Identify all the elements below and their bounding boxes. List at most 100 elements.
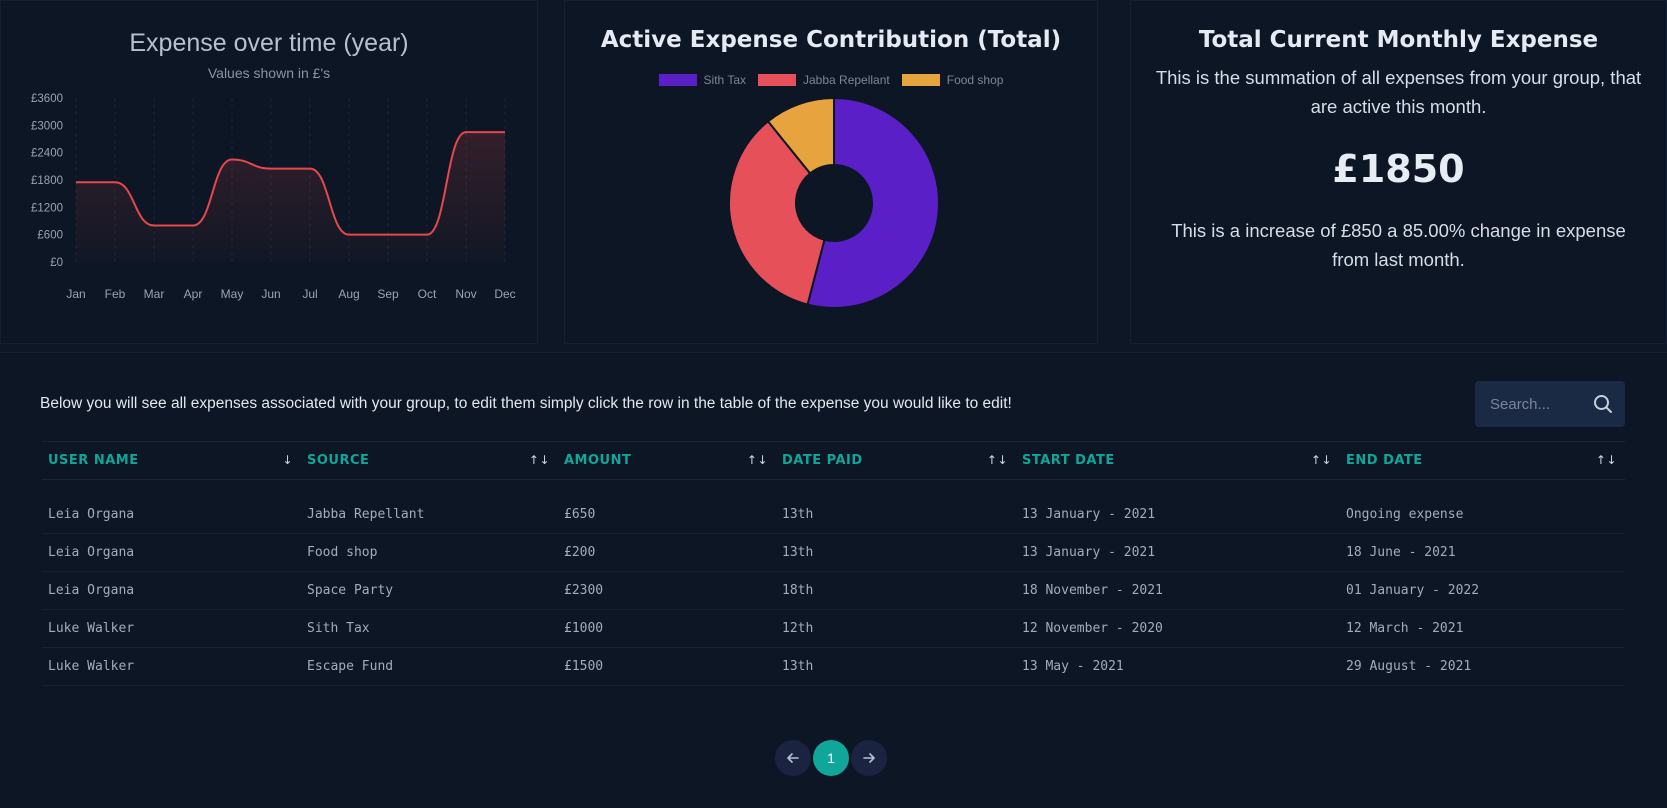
table-cell: 13 May - 2021: [1016, 647, 1340, 686]
line-point-jun[interactable]: [267, 165, 275, 173]
legend-swatch: [901, 74, 940, 86]
sort-icon[interactable]: ↑↓: [529, 453, 550, 467]
line-point-jul[interactable]: [306, 165, 314, 173]
table-row[interactable]: Leia Organa Jabba Repellant £650 13th 13 Jan…: [42, 495, 1625, 534]
table-cell: Luke Walker: [42, 609, 301, 648]
total-change: This is a increase of £850 a 85.00% chan…: [1171, 220, 1626, 270]
table-cell: £2300: [558, 571, 776, 610]
expenses-table-section: Below you will see all expenses associat…: [0, 352, 1667, 808]
line-point-dec[interactable]: [501, 128, 509, 136]
search-icon[interactable]: [1593, 394, 1613, 414]
table-cell: 18 June - 2021: [1340, 533, 1625, 572]
table-cell: 13th: [776, 647, 1016, 686]
x-tick-label: Jan: [66, 287, 85, 301]
column-header-label: DATE PAID: [782, 453, 863, 468]
line-chart-title: Expense over time (year): [129, 29, 409, 57]
table-cell: £650: [558, 495, 776, 534]
total-title: Total Current Monthly Expense: [1198, 27, 1599, 53]
table-cell: 18 November - 2021: [1016, 571, 1340, 610]
x-tick-label: Jun: [261, 287, 280, 301]
pagination: 1: [775, 740, 887, 776]
table-cell: Sith Tax: [301, 609, 558, 648]
table-row[interactable]: Leia Organa Space Party £2300 18th 18 Novemb…: [42, 571, 1625, 610]
table-cell: Jabba Repellant: [301, 495, 558, 534]
search-input[interactable]: [1490, 395, 1590, 413]
table-cell: 12th: [776, 609, 1016, 648]
y-tick-label: £1200: [31, 202, 63, 214]
x-tick-label: Dec: [494, 287, 515, 301]
x-tick-label: Sep: [377, 287, 399, 301]
column-header-label: AMOUNT: [564, 453, 632, 468]
table-cell: Space Party: [301, 571, 558, 610]
line-point-nov[interactable]: [462, 128, 470, 136]
line-point-oct[interactable]: [423, 231, 431, 239]
legend-item[interactable]: Sith Tax: [658, 73, 746, 87]
table-cell: 13th: [776, 495, 1016, 534]
sort-icon[interactable]: ↑↓: [1596, 453, 1617, 467]
line-point-apr[interactable]: [189, 222, 197, 230]
sort-icon[interactable]: ↑↓: [987, 453, 1008, 467]
line-point-sep[interactable]: [384, 231, 392, 239]
total-description: This is the summation of all expenses fr…: [1155, 67, 1642, 117]
y-tick-label: £2400: [31, 148, 63, 160]
expense-over-time-card: Expense over time (year) Values shown in…: [0, 0, 538, 344]
next-page-button[interactable]: [851, 740, 887, 776]
table-cell: Escape Fund: [301, 647, 558, 686]
line-chart-subtitle: Values shown in £'s: [207, 65, 331, 81]
table-intro: Below you will see all expenses associat…: [40, 395, 1012, 412]
column-header-amount[interactable]: AMOUNT ↑↓: [558, 441, 776, 480]
table-cell: £1000: [558, 609, 776, 648]
table-row[interactable]: Luke Walker Escape Fund £1500 13th 13 May - …: [42, 647, 1625, 686]
prev-page-button[interactable]: [775, 740, 811, 776]
total-monthly-expense-card: Total Current Monthly Expense This is th…: [1130, 0, 1667, 344]
line-area-fill: [76, 132, 505, 262]
table-cell: Leia Organa: [42, 571, 301, 610]
column-header-start-date[interactable]: START DATE ↑↓: [1016, 441, 1340, 480]
line-point-jan[interactable]: [72, 178, 80, 186]
pie-legend: Sith Tax Jabba Repellant Food shop: [565, 73, 1097, 87]
table-header-row: USER NAME ↓ SOURCE ↑↓ AMOUNT ↑↓ DATE PAID ↑↓ STA…: [42, 441, 1625, 480]
column-header-label: SOURCE: [307, 453, 370, 468]
page-1-button[interactable]: 1: [813, 740, 849, 776]
legend-item[interactable]: Jabba Repellant: [758, 73, 890, 87]
legend-swatch: [758, 74, 796, 86]
table-row[interactable]: Leia Organa Food shop £200 13th 13 January -…: [42, 533, 1625, 572]
x-tick-label: Jul: [302, 287, 317, 301]
sort-icon[interactable]: ↑↓: [1311, 453, 1332, 467]
legend-item[interactable]: Food shop: [901, 73, 1004, 87]
line-point-may[interactable]: [228, 156, 236, 164]
table-cell: £200: [558, 533, 776, 572]
y-tick-label: £600: [37, 230, 63, 242]
column-header-user-name[interactable]: USER NAME ↓: [42, 441, 301, 480]
x-tick-label: Aug: [338, 287, 359, 301]
table-row[interactable]: Luke Walker Sith Tax £1000 12th 12 November …: [42, 609, 1625, 648]
x-tick-label: Nov: [455, 287, 476, 301]
column-header-source[interactable]: SOURCE ↑↓: [301, 441, 558, 480]
column-header-label: START DATE: [1022, 453, 1115, 468]
x-tick-label: Apr: [184, 287, 203, 301]
table-cell: 18th: [776, 571, 1016, 610]
x-tick-label: Mar: [144, 287, 165, 301]
sort-icon[interactable]: ↓: [282, 453, 293, 467]
line-point-feb[interactable]: [111, 178, 119, 186]
sort-icon[interactable]: ↑↓: [747, 453, 768, 467]
table-cell: Food shop: [301, 533, 558, 572]
column-header-end-date[interactable]: END DATE ↑↓: [1340, 441, 1625, 480]
table-cell: Ongoing expense: [1340, 495, 1625, 534]
x-tick-label: Oct: [418, 287, 437, 301]
y-tick-label: £3600: [31, 93, 63, 105]
line-point-mar[interactable]: [150, 222, 158, 230]
table-cell: £1500: [558, 647, 776, 686]
table-cell: Leia Organa: [42, 495, 301, 534]
legend-swatch: [658, 74, 697, 86]
table-cell: Leia Organa: [42, 533, 301, 572]
column-header-label: USER NAME: [48, 453, 139, 468]
column-header-date-paid[interactable]: DATE PAID ↑↓: [776, 441, 1016, 480]
total-amount: £1850: [1332, 147, 1465, 191]
legend-label: Food shop: [946, 73, 1004, 87]
arrow-left-icon: [787, 753, 799, 763]
search-box[interactable]: [1475, 381, 1625, 427]
table-cell: 13 January - 2021: [1016, 495, 1340, 534]
y-tick-label: £3000: [31, 120, 63, 132]
line-point-aug[interactable]: [345, 231, 353, 239]
